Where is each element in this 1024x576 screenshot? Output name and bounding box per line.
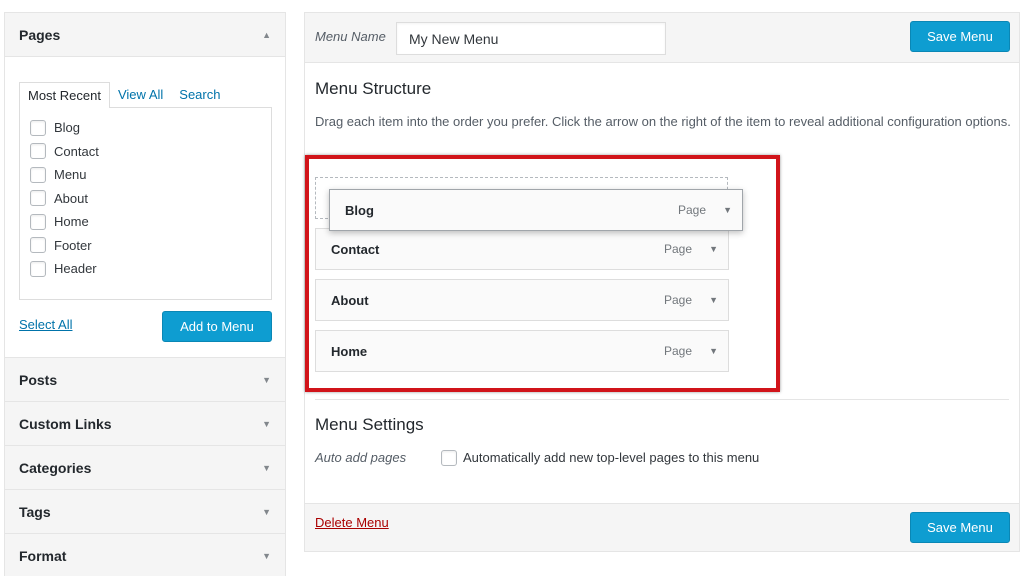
- section-divider: [315, 399, 1009, 400]
- triangle-down-icon[interactable]: ▼: [709, 244, 718, 254]
- page-checkbox[interactable]: [30, 237, 46, 254]
- page-option-about: About: [30, 187, 261, 211]
- menu-item-type: Page: [663, 242, 692, 256]
- page-option-contact: Contact: [30, 140, 261, 164]
- tags-accordion-header[interactable]: Tags ▼: [5, 490, 285, 533]
- menu-item-title: About: [331, 293, 369, 308]
- menu-item-title: Contact: [331, 242, 380, 257]
- menu-item-contact[interactable]: Contact Page ▼: [315, 228, 729, 270]
- page-option-blog: Blog: [30, 116, 261, 140]
- menu-item-type: Page: [663, 344, 692, 358]
- categories-accordion[interactable]: Categories ▼: [4, 446, 286, 490]
- format-accordion[interactable]: Format ▼: [4, 534, 286, 576]
- pages-accordion-title: Pages: [19, 26, 61, 43]
- custom-links-accordion-title: Custom Links: [19, 415, 112, 432]
- menu-settings-title: Menu Settings: [315, 415, 424, 434]
- page-option-label: Header: [54, 261, 97, 277]
- menu-structure-title: Menu Structure: [315, 79, 432, 98]
- menu-editor: Menu Name My New Menu Save Menu Menu Str…: [304, 12, 1020, 552]
- menu-structure-description: Drag each item into the order you prefer…: [315, 114, 1011, 129]
- page-checkbox[interactable]: [30, 260, 46, 277]
- page-option-footer: Footer: [30, 234, 261, 258]
- page-option-label: Blog: [54, 120, 81, 136]
- page-checkbox[interactable]: [30, 166, 46, 183]
- custom-links-accordion[interactable]: Custom Links ▼: [4, 402, 286, 446]
- triangle-down-icon[interactable]: ▼: [709, 346, 718, 356]
- menu-item-type: Page: [663, 293, 692, 307]
- menu-item-about[interactable]: About Page ▼: [315, 279, 729, 321]
- format-accordion-title: Format: [19, 547, 67, 564]
- menu-footer-bar: Delete Menu Save Menu: [305, 503, 1019, 551]
- triangle-down-icon: ▼: [262, 418, 271, 429]
- menu-item-type: Page: [677, 203, 706, 217]
- pages-accordion: Pages ▲ Most Recent View All Search Blog…: [4, 12, 286, 358]
- page-option-menu: Menu: [30, 163, 261, 187]
- posts-accordion-header[interactable]: Posts ▼: [5, 358, 285, 401]
- triangle-down-icon: ▼: [262, 506, 271, 517]
- triangle-down-icon[interactable]: ▼: [723, 205, 732, 215]
- tags-accordion-title: Tags: [19, 503, 51, 520]
- auto-add-pages-label: Auto add pages: [315, 450, 407, 465]
- page-option-header: Header: [30, 257, 261, 281]
- page-option-label: Home: [54, 214, 89, 230]
- format-accordion-header[interactable]: Format ▼: [5, 534, 285, 576]
- page-checkbox[interactable]: [30, 119, 46, 136]
- page-option-label: About: [54, 190, 88, 206]
- categories-accordion-title: Categories: [19, 459, 92, 476]
- triangle-down-icon[interactable]: ▼: [709, 295, 718, 305]
- triangle-down-icon: ▼: [262, 550, 271, 561]
- menu-item-title: Blog: [345, 203, 374, 218]
- save-menu-button-bottom[interactable]: Save Menu: [910, 512, 1010, 543]
- page-checklist: Blog Contact Menu About Home Footer Head…: [19, 107, 272, 300]
- add-menu-items-sidebar: Pages ▲ Most Recent View All Search Blog…: [4, 12, 286, 576]
- posts-accordion-title: Posts: [19, 371, 58, 388]
- page-option-label: Menu: [54, 167, 87, 183]
- tags-accordion[interactable]: Tags ▼: [4, 490, 286, 534]
- menu-item-blog[interactable]: Blog Page ▼: [329, 189, 743, 231]
- page-option-home: Home: [30, 210, 261, 234]
- posts-accordion[interactable]: Posts ▼: [4, 358, 286, 402]
- menu-header-bar: Menu Name My New Menu Save Menu: [305, 13, 1019, 63]
- menu-name-label: Menu Name: [315, 29, 386, 44]
- categories-accordion-header[interactable]: Categories ▼: [5, 446, 285, 489]
- menu-item-title: Home: [331, 344, 368, 359]
- tab-view-all[interactable]: View All: [110, 82, 171, 108]
- add-to-menu-button[interactable]: Add to Menu: [162, 311, 272, 342]
- select-all-link[interactable]: Select All: [19, 317, 72, 332]
- auto-add-checkbox[interactable]: [441, 450, 457, 466]
- custom-links-accordion-header[interactable]: Custom Links ▼: [5, 402, 285, 445]
- triangle-down-icon: ▼: [262, 462, 271, 473]
- page-option-label: Contact: [54, 143, 99, 159]
- auto-add-description: Automatically add new top-level pages to…: [463, 450, 760, 465]
- page-checkbox[interactable]: [30, 213, 46, 230]
- tab-search[interactable]: Search: [171, 82, 228, 108]
- pages-accordion-header[interactable]: Pages ▲: [5, 13, 285, 56]
- page-option-label: Footer: [54, 237, 92, 253]
- menu-name-input[interactable]: My New Menu: [396, 22, 666, 55]
- page-checkbox[interactable]: [30, 190, 46, 207]
- save-menu-button[interactable]: Save Menu: [910, 21, 1010, 52]
- delete-menu-link[interactable]: Delete Menu: [315, 515, 389, 530]
- triangle-up-icon: ▲: [262, 29, 271, 40]
- pages-panel: Most Recent View All Search Blog Contact…: [5, 56, 285, 357]
- menu-item-home[interactable]: Home Page ▼: [315, 330, 729, 372]
- triangle-down-icon: ▼: [262, 374, 271, 385]
- page-checkbox[interactable]: [30, 143, 46, 160]
- tab-most-recent[interactable]: Most Recent: [19, 82, 110, 108]
- pages-tabs: Most Recent View All Search: [19, 82, 228, 108]
